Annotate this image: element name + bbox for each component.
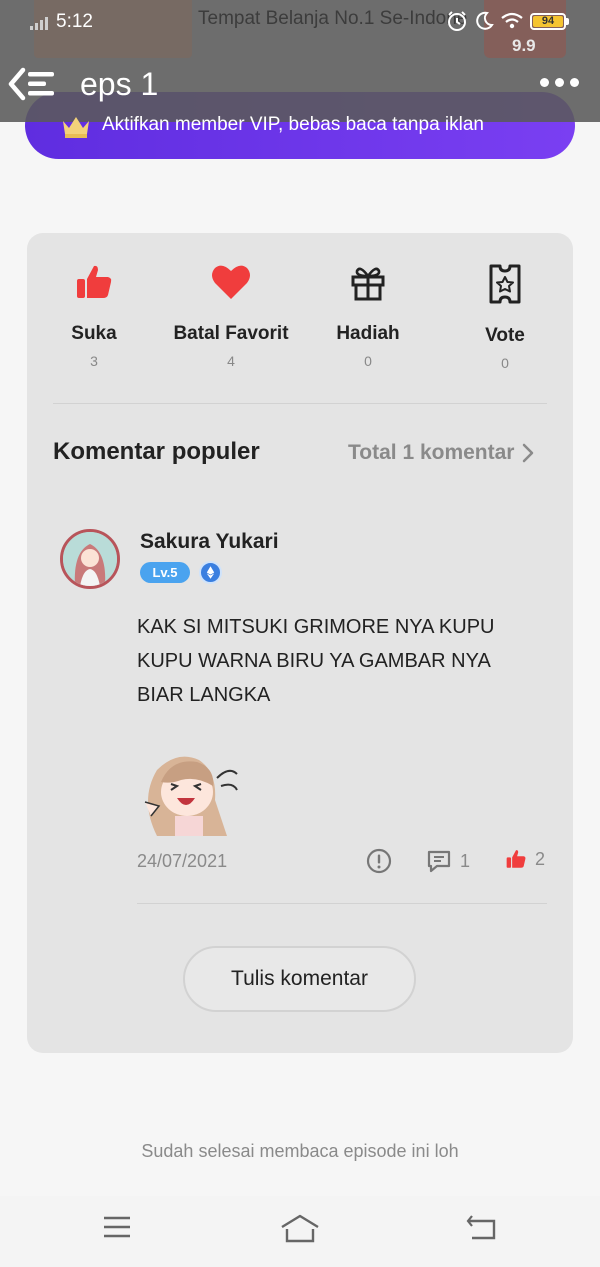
vote-label: Vote	[485, 325, 525, 346]
gift-label: Hadiah	[336, 323, 400, 344]
wifi-icon	[501, 12, 523, 29]
level-badge: Lv.5	[140, 562, 190, 583]
avatar[interactable]	[60, 529, 120, 589]
signal-icon	[30, 16, 48, 30]
chevron-right-icon	[523, 443, 534, 463]
popular-comments-title: Komentar populer	[53, 438, 260, 465]
thumbs-up-icon	[506, 850, 526, 868]
comment-divider	[137, 903, 547, 904]
gift-icon	[351, 267, 385, 301]
comment-text: KAK SI MITSUKI GRIMORE NYA KUPU KUPU WAR…	[137, 616, 495, 706]
total-comments-label: Total 1 komentar	[348, 441, 515, 464]
heart-icon	[212, 265, 250, 299]
vote-count: 0	[501, 355, 509, 371]
favorite-count: 4	[227, 353, 235, 369]
battery-level: 94	[533, 15, 563, 27]
section-divider	[53, 403, 547, 404]
back-icon[interactable]	[466, 1214, 498, 1242]
vip-banner-text: Aktifkan member VIP, bebas baca tanpa ik…	[102, 114, 484, 135]
episode-finished-text: Sudah selesai membaca episode ini loh	[141, 1141, 459, 1161]
crown-icon	[63, 117, 89, 138]
top-app-bar: 9.9 Tempat Belanja No.1 Se-Indonesia 5:1…	[0, 0, 600, 122]
status-time: 5:12	[56, 11, 93, 32]
comment-like-count: 2	[535, 848, 546, 869]
unfavorite-label: Batal Favorit	[173, 323, 289, 344]
ad-price: 9.9	[512, 36, 536, 55]
vote-button[interactable]: Vote 0	[435, 259, 575, 371]
ad-text[interactable]: Tempat Belanja No.1 Se-Indonesia	[198, 8, 468, 30]
laughing-girl-sticker	[144, 756, 238, 836]
like-count: 3	[90, 353, 98, 369]
episode-title: eps 1	[80, 66, 159, 102]
unfavorite-button[interactable]: Batal Favorit 4	[161, 257, 301, 369]
comment-username[interactable]: Sakura Yukari	[140, 530, 279, 554]
thumbs-up-icon	[77, 265, 112, 298]
menu-icon[interactable]	[102, 1214, 132, 1240]
report-icon[interactable]	[366, 848, 392, 874]
like-label: Suka	[71, 323, 117, 344]
alarm-icon	[448, 11, 466, 31]
reply-button[interactable]: 1	[426, 848, 470, 874]
ethereum-badge-icon	[199, 561, 222, 584]
gift-button[interactable]: Hadiah 0	[298, 257, 438, 369]
reply-count: 1	[460, 850, 471, 871]
more-options-icon[interactable]	[540, 78, 579, 87]
vote-ticket-icon	[489, 264, 521, 304]
battery-icon: 94	[530, 12, 569, 30]
comment-bubble-icon	[427, 850, 451, 873]
home-icon[interactable]	[280, 1214, 320, 1244]
total-comments-link[interactable]: Total 1 komentar	[348, 441, 534, 465]
comment-like-button[interactable]: 2	[505, 848, 545, 870]
like-button[interactable]: Suka 3	[24, 257, 164, 369]
system-nav-bar	[0, 1196, 600, 1267]
back-menu-icon[interactable]	[8, 64, 58, 104]
comment-date: 24/07/2021	[137, 851, 228, 871]
moon-icon	[476, 11, 494, 30]
write-comment-button[interactable]: Tulis komentar	[183, 946, 416, 1012]
gift-count: 0	[364, 353, 372, 369]
status-bar: 9.9 Tempat Belanja No.1 Se-Indonesia 5:1…	[0, 0, 600, 58]
